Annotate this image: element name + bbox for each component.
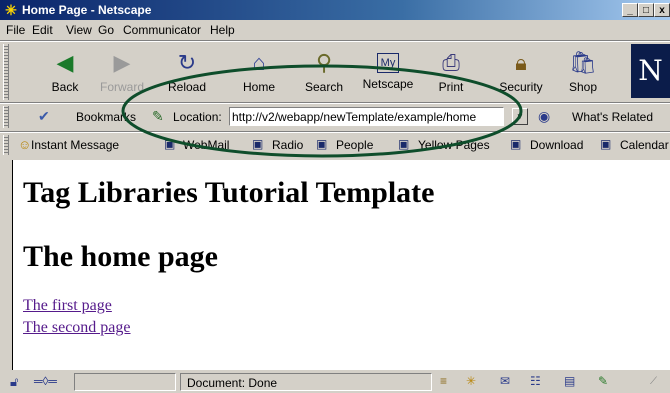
status-text-panel: Document: Done (180, 373, 432, 391)
second-page-link[interactable]: The second page (23, 319, 131, 337)
component-bar-navigator-icon[interactable]: ≡ (440, 374, 447, 388)
status-bar: 🔓︎ ═◊═ Document: Done ≡ ✳ ✉ ☷ ▤ ✎ ⟋ (0, 370, 670, 393)
sidebar-tab-strip (0, 160, 12, 370)
component-bar-mail-icon[interactable]: ✉ (500, 374, 510, 388)
connection-status-icon: ═◊═ (34, 374, 57, 388)
page-subheading: The home page (23, 240, 218, 273)
component-bar-messenger-icon[interactable]: ✳ (466, 374, 476, 388)
security-lock-icon[interactable]: 🔓︎ (10, 374, 18, 390)
page-heading: Tag Libraries Tutorial Template (23, 176, 435, 209)
resize-grip-icon[interactable]: ⟋ (650, 376, 657, 387)
progress-bar (74, 373, 176, 391)
component-bar-edit-icon[interactable]: ✎ (598, 374, 608, 388)
component-bar-composer-icon[interactable]: ▤ (564, 374, 575, 388)
status-text: Document: Done (187, 376, 278, 390)
first-page-link[interactable]: The first page (23, 297, 112, 315)
component-bar-address-book-icon[interactable]: ☷ (530, 374, 541, 388)
page-content: Tag Libraries Tutorial Template The home… (12, 160, 670, 370)
